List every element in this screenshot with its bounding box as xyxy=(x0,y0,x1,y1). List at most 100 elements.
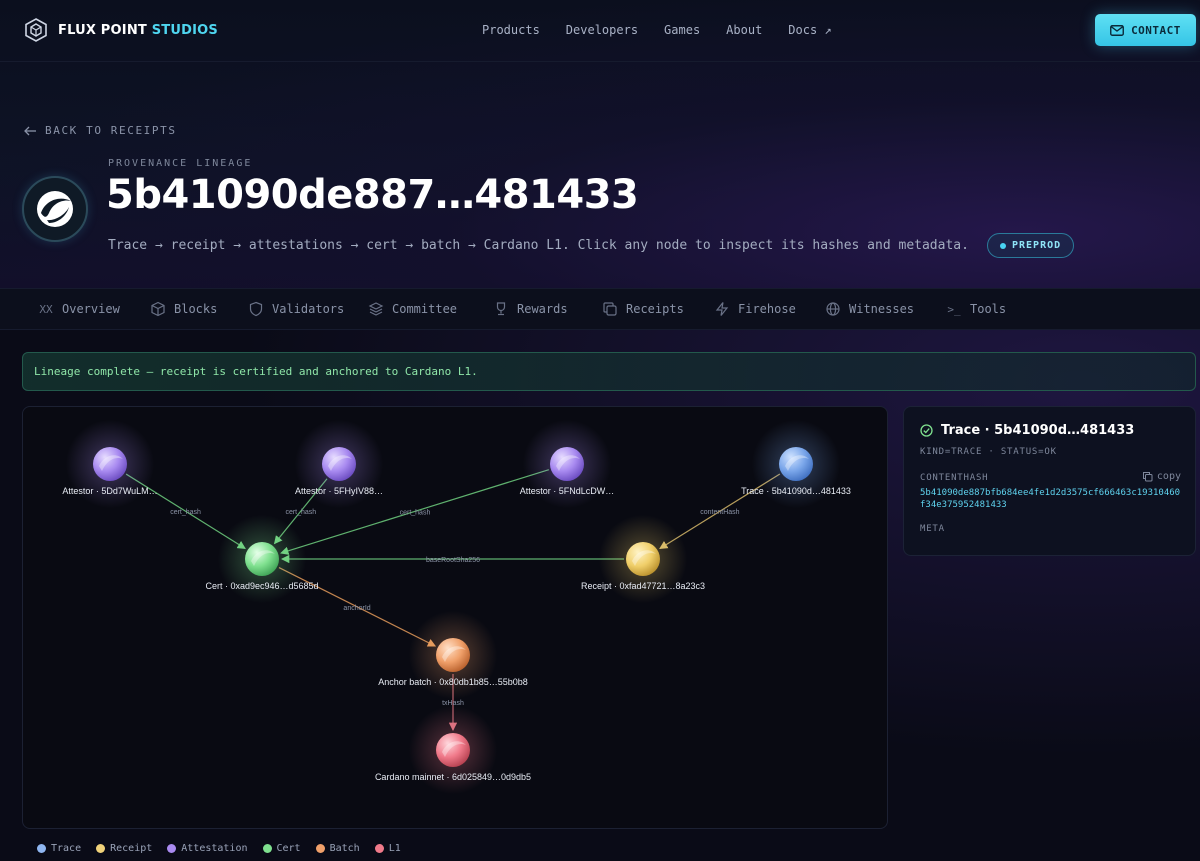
check-circle-icon xyxy=(920,424,933,437)
graph-node-label: Cardano mainnet · 6d025849…0d9db5 xyxy=(375,772,531,782)
legend-label-batch: Batch xyxy=(329,843,360,854)
graph-node-cert[interactable]: Cert · 0xad9ec946…d5685d xyxy=(205,514,319,604)
nav-link-products[interactable]: Products xyxy=(482,23,540,37)
network-badge-label: PREPROD xyxy=(1012,240,1062,251)
inspector-title-label: Trace · 5b41090d…481433 xyxy=(941,423,1135,438)
graph-node-trace[interactable]: Trace · 5b41090d…481433 xyxy=(741,419,851,509)
brand-logo[interactable]: FLUX POINT STUDIOS xyxy=(24,18,218,42)
legend-dot-icon xyxy=(37,844,46,853)
tab-blocks[interactable]: Blocks xyxy=(150,301,217,317)
graph-node-label: Cert · 0xad9ec946…d5685d xyxy=(205,581,318,591)
legend-item-receipt: Receipt xyxy=(96,843,152,854)
tab-validators[interactable]: Validators xyxy=(248,301,344,317)
tab-receipts-label: Receipts xyxy=(626,302,684,316)
shield-icon xyxy=(249,301,263,317)
brand-name-part2: STUDIOS xyxy=(151,22,218,38)
contact-button-label: CONTACT xyxy=(1131,23,1181,37)
legend-dot-icon xyxy=(262,844,272,853)
tab-blocks-label: Blocks xyxy=(174,302,218,316)
legend-dot-icon xyxy=(167,844,177,853)
arrow-left-icon xyxy=(24,126,36,135)
mail-icon xyxy=(1110,24,1125,36)
legend-item-l1: L1 xyxy=(374,843,401,854)
tab-bar: XX Overview Blocks Validators Committee … xyxy=(0,288,1200,330)
node-orb[interactable] xyxy=(436,638,470,672)
nav-link-about[interactable]: About xyxy=(726,23,762,37)
tab-rewards-label: Rewards xyxy=(517,302,568,316)
status-dot-icon xyxy=(1000,242,1006,249)
network-badge: PREPROD xyxy=(987,233,1075,258)
globe-icon xyxy=(826,302,840,316)
graph-edge-label: cert_hash xyxy=(170,509,201,516)
node-orb[interactable] xyxy=(779,447,813,481)
node-orb[interactable] xyxy=(322,447,356,481)
cube-icon xyxy=(151,301,165,317)
copy-icon xyxy=(603,302,617,316)
graph-node-label: Trace · 5b41090d…481433 xyxy=(741,486,851,496)
contact-button[interactable]: CONTACT xyxy=(1095,14,1196,46)
node-orb[interactable] xyxy=(245,542,279,576)
tab-overview-label: Overview xyxy=(62,302,120,316)
node-orb[interactable] xyxy=(436,733,470,767)
lineage-graph[interactable]: cert_hash cert_hash cert_hash contentHash ba… xyxy=(22,406,888,829)
legend-item-attestation: Attestation xyxy=(167,843,248,854)
graph-node-label: Attestor · 5Dd7WuLM… xyxy=(62,486,157,496)
legend-dot-icon xyxy=(315,844,325,853)
graph-node-att3[interactable]: Attestor · 5FNdLcDW… xyxy=(520,419,615,509)
graph-node-att2[interactable]: Attestor · 5FHyIV88… xyxy=(294,419,384,509)
graph-edge-label: cert_hash xyxy=(400,509,431,516)
xx-icon: XX xyxy=(39,302,53,316)
legend-label-trace: Trace xyxy=(51,843,82,854)
tab-overview[interactable]: XX Overview xyxy=(38,301,120,317)
legend-item-trace: Trace xyxy=(37,843,81,854)
tab-firehose-label: Firehose xyxy=(738,302,796,316)
legend-dot-icon xyxy=(96,844,106,853)
page-title: 5b41090de887…481433 xyxy=(106,172,639,218)
bolt-icon xyxy=(715,302,729,316)
avatar xyxy=(22,176,88,242)
content-hash-value: 5b41090de887bfb684ee4fe1d2d3575cf666463c… xyxy=(920,488,1181,510)
legend-item-batch: Batch xyxy=(315,843,360,854)
nav-links: Products Developers Games About Docs ↗ xyxy=(482,23,858,37)
legend-item-cert: Cert xyxy=(262,843,301,854)
tab-witnesses-label: Witnesses xyxy=(849,302,915,316)
graph-node-label: Anchor batch · 0x80db1b85…55b0b8 xyxy=(378,677,528,687)
tab-firehose[interactable]: Firehose xyxy=(714,301,796,317)
tab-committee[interactable]: Committee xyxy=(368,301,457,317)
tab-committee-label: Committee xyxy=(392,302,458,316)
graph-edge-label: anchorId xyxy=(343,605,370,612)
lineage-graph-canvas[interactable]: cert_hash cert_hash cert_hash contentHash ba… xyxy=(23,407,888,829)
graph-node-l1[interactable]: Cardano mainnet · 6d025849…0d9db5 xyxy=(375,705,531,795)
graph-legend: Trace Receipt Attestation Cert Batch L1 xyxy=(22,836,401,861)
nav-link-docs[interactable]: Docs ↗ xyxy=(788,23,831,37)
inspector-kind-status: KIND=TRACE · STATUS=OK xyxy=(920,447,1057,457)
node-orb[interactable] xyxy=(550,447,584,481)
graph-node-att1[interactable]: Attestor · 5Dd7WuLM… xyxy=(62,419,158,509)
orb-logo-icon xyxy=(37,191,73,227)
graph-edge-label: contentHash xyxy=(700,509,739,516)
back-to-receipts-link[interactable]: BACK TO RECEIPTS xyxy=(24,124,177,137)
graph-node-label: Receipt · 0xfad47721…8a23c3 xyxy=(581,581,705,591)
tab-witnesses[interactable]: Witnesses xyxy=(825,301,914,317)
graph-edge-label: cert_hash xyxy=(285,509,316,516)
copy-label: copy xyxy=(1156,471,1181,482)
top-navigation: FLUX POINT STUDIOS Products Developers G… xyxy=(0,0,1200,62)
cube-logo-icon xyxy=(25,18,47,42)
graph-node-receipt[interactable]: Receipt · 0xfad47721…8a23c3 xyxy=(581,514,705,604)
node-orb[interactable] xyxy=(93,447,127,481)
copy-icon xyxy=(1142,472,1153,482)
copy-hash-button[interactable]: copy xyxy=(1142,471,1181,482)
tab-tools[interactable]: >_ Tools xyxy=(946,301,1006,317)
graph-edge-label: baseRootSha256 xyxy=(426,557,480,564)
node-orb[interactable] xyxy=(626,542,660,576)
node-inspector-panel: Trace · 5b41090d…481433 KIND=TRACE · STA… xyxy=(903,406,1196,556)
legend-label-receipt: Receipt xyxy=(110,843,153,854)
tab-rewards[interactable]: Rewards xyxy=(493,301,568,317)
graph-node-batch[interactable]: Anchor batch · 0x80db1b85…55b0b8 xyxy=(378,610,528,700)
lineage-status-alert: Lineage complete — receipt is certified … xyxy=(22,352,1196,391)
tab-receipts[interactable]: Receipts xyxy=(602,301,684,317)
nav-link-developers[interactable]: Developers xyxy=(566,23,638,37)
alert-text: Lineage complete — receipt is certified … xyxy=(34,365,478,378)
page-subtitle: Trace → receipt → attestations → cert → … xyxy=(108,238,969,253)
nav-link-games[interactable]: Games xyxy=(664,23,700,37)
